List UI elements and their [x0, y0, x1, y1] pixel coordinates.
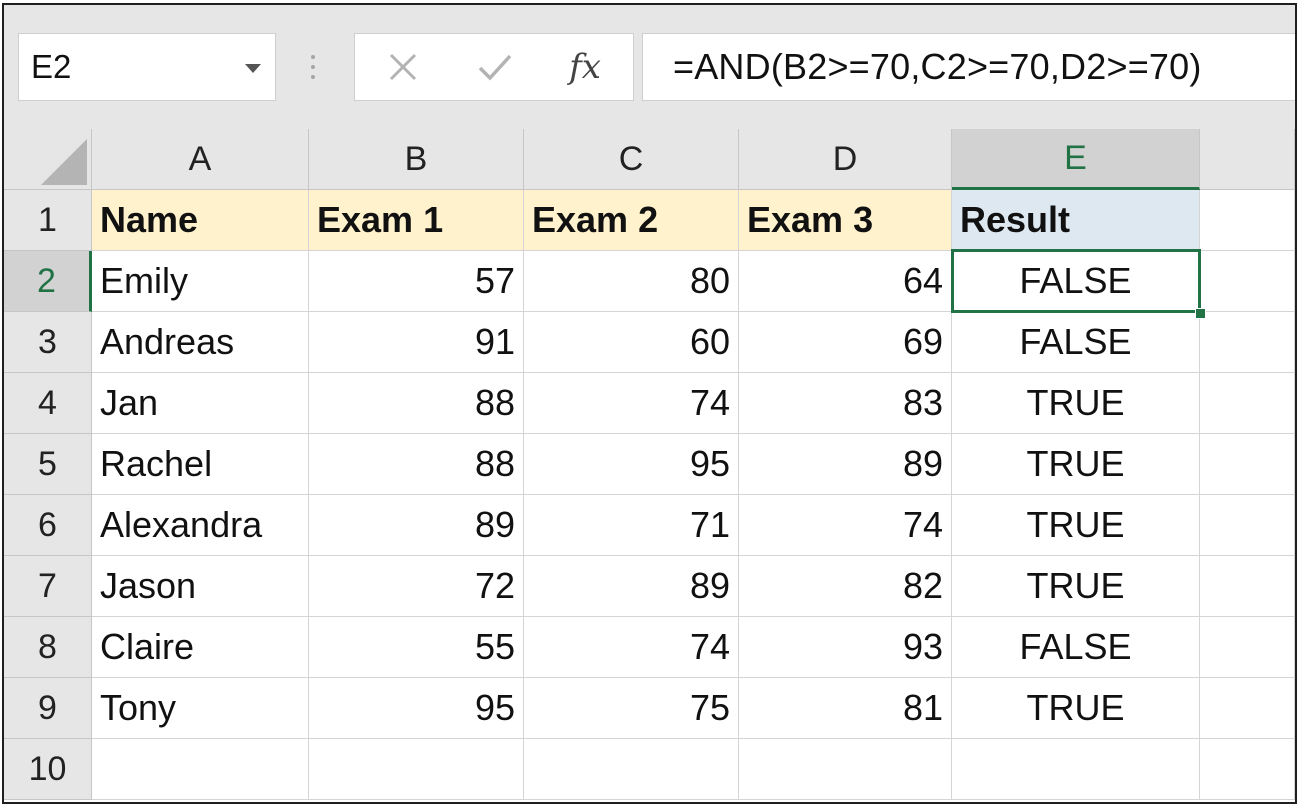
excel-window: E2 fx =AND(B2>=70,C2>=70,D2>=70) ABCDE 1N… — [2, 3, 1297, 804]
cell-c10[interactable] — [524, 739, 739, 800]
cell-d1[interactable]: Exam 3 — [739, 190, 952, 251]
row-header-8[interactable]: 8 — [4, 617, 92, 678]
row-header-9[interactable]: 9 — [4, 678, 92, 739]
column-header-b[interactable]: B — [309, 129, 524, 190]
cell-c4[interactable]: 74 — [524, 373, 739, 434]
cell-e1[interactable]: Result — [952, 190, 1200, 251]
cell-c9[interactable]: 75 — [524, 678, 739, 739]
cell-f5[interactable] — [1200, 434, 1295, 495]
cell-f4[interactable] — [1200, 373, 1295, 434]
cell-f2[interactable] — [1200, 251, 1295, 312]
cell-a6[interactable]: Alexandra — [92, 495, 309, 556]
cell-a2[interactable]: Emily — [92, 251, 309, 312]
cell-b1[interactable]: Exam 1 — [309, 190, 524, 251]
row-header-10[interactable]: 10 — [4, 739, 92, 800]
cell-a3[interactable]: Andreas — [92, 312, 309, 373]
column-header-e[interactable]: E — [952, 129, 1200, 190]
cell-f7[interactable] — [1200, 556, 1295, 617]
name-box-value: E2 — [31, 48, 72, 85]
spreadsheet-grid: A B C D E 1 Name Exam 1 Exam 2 Exam 3 Result 2 Emily… — [4, 129, 1295, 802]
name-box[interactable]: E2 — [18, 33, 276, 101]
cell-b8[interactable]: 55 — [309, 617, 524, 678]
cell-a10[interactable] — [92, 739, 309, 800]
cell-b7[interactable]: 72 — [309, 556, 524, 617]
cell-c3[interactable]: 60 — [524, 312, 739, 373]
select-all-triangle-icon — [41, 139, 87, 185]
row-header-7[interactable]: 7 — [4, 556, 92, 617]
cell-e3[interactable]: FALSE — [952, 312, 1200, 373]
row-header-2[interactable]: 2 — [4, 251, 92, 312]
cell-e5[interactable]: TRUE — [952, 434, 1200, 495]
cell-f10[interactable] — [1200, 739, 1295, 800]
cell-c2[interactable]: 80 — [524, 251, 739, 312]
cancel-icon[interactable] — [383, 34, 423, 100]
cell-d3[interactable]: 69 — [739, 312, 952, 373]
cell-b6[interactable]: 89 — [309, 495, 524, 556]
cell-e6[interactable]: TRUE — [952, 495, 1200, 556]
cell-b10[interactable] — [309, 739, 524, 800]
cell-d10[interactable] — [739, 739, 952, 800]
cell-c1[interactable]: Exam 2 — [524, 190, 739, 251]
row-header-6[interactable]: 6 — [4, 495, 92, 556]
cell-e2[interactable]: FALSE — [952, 251, 1200, 312]
cell-d4[interactable]: 83 — [739, 373, 952, 434]
cell-d7[interactable]: 82 — [739, 556, 952, 617]
formula-input[interactable]: =AND(B2>=70,C2>=70,D2>=70) — [642, 33, 1295, 101]
cell-f1[interactable] — [1200, 190, 1295, 251]
column-header-a[interactable]: A — [92, 129, 309, 190]
formula-bar-grip-icon[interactable] — [311, 55, 315, 83]
cell-b4[interactable]: 88 — [309, 373, 524, 434]
row-header-1[interactable]: 1 — [4, 190, 92, 251]
row-header-5[interactable]: 5 — [4, 434, 92, 495]
cell-f9[interactable] — [1200, 678, 1295, 739]
column-header-d[interactable]: D — [739, 129, 952, 190]
column-header-c[interactable]: C — [524, 129, 739, 190]
cell-a7[interactable]: Jason — [92, 556, 309, 617]
cell-f3[interactable] — [1200, 312, 1295, 373]
cell-c5[interactable]: 95 — [524, 434, 739, 495]
cell-d6[interactable]: 74 — [739, 495, 952, 556]
enter-check-icon[interactable] — [473, 34, 517, 100]
formula-buttons: fx — [354, 33, 634, 101]
cell-b9[interactable]: 95 — [309, 678, 524, 739]
row-header-4[interactable]: 4 — [4, 373, 92, 434]
cell-e4[interactable]: TRUE — [952, 373, 1200, 434]
cell-a5[interactable]: Rachel — [92, 434, 309, 495]
insert-function-icon[interactable]: fx — [561, 34, 609, 100]
cell-d5[interactable]: 89 — [739, 434, 952, 495]
cell-f8[interactable] — [1200, 617, 1295, 678]
name-box-dropdown-icon[interactable] — [245, 64, 261, 73]
formula-bar: E2 fx =AND(B2>=70,C2>=70,D2>=70) — [4, 5, 1295, 129]
cell-d8[interactable]: 93 — [739, 617, 952, 678]
cell-a1[interactable]: Name — [92, 190, 309, 251]
row-header-3[interactable]: 3 — [4, 312, 92, 373]
cell-f6[interactable] — [1200, 495, 1295, 556]
cell-d9[interactable]: 81 — [739, 678, 952, 739]
cell-c7[interactable]: 89 — [524, 556, 739, 617]
cell-b5[interactable]: 88 — [309, 434, 524, 495]
cell-d2[interactable]: 64 — [739, 251, 952, 312]
cell-c6[interactable]: 71 — [524, 495, 739, 556]
cell-a4[interactable]: Jan — [92, 373, 309, 434]
cell-b3[interactable]: 91 — [309, 312, 524, 373]
cell-e7[interactable]: TRUE — [952, 556, 1200, 617]
cell-a8[interactable]: Claire — [92, 617, 309, 678]
select-all-corner[interactable] — [4, 129, 92, 190]
formula-text: =AND(B2>=70,C2>=70,D2>=70) — [673, 46, 1202, 87]
cell-e8[interactable]: FALSE — [952, 617, 1200, 678]
cell-e10[interactable] — [952, 739, 1200, 800]
cell-c8[interactable]: 74 — [524, 617, 739, 678]
column-header-f[interactable] — [1200, 129, 1295, 190]
cell-a9[interactable]: Tony — [92, 678, 309, 739]
fill-handle[interactable] — [1195, 308, 1206, 319]
cell-b2[interactable]: 57 — [309, 251, 524, 312]
cell-e9[interactable]: TRUE — [952, 678, 1200, 739]
